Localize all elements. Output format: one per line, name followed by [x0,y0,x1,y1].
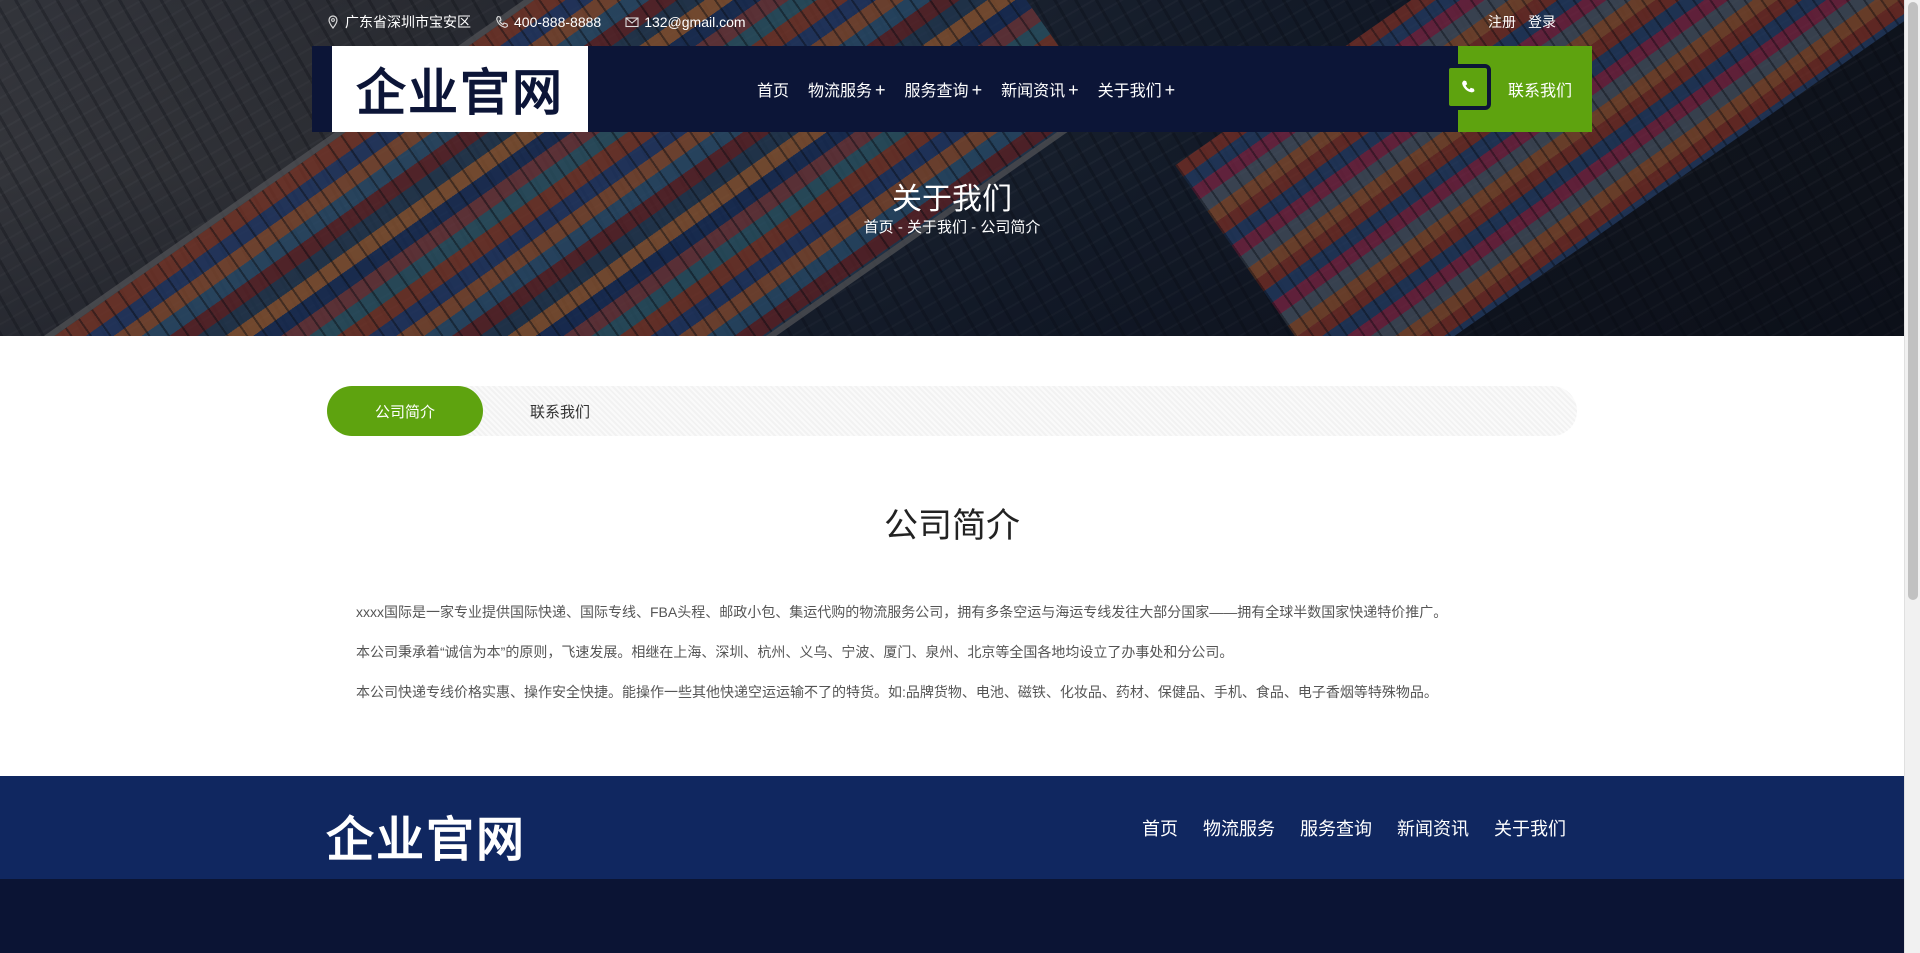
menu-label: 物流服务 [808,83,873,100]
menu-label: 新闻资讯 [1001,83,1066,100]
plus-icon: + [1164,80,1176,100]
menu-item-logistics[interactable]: 物流服务 + [808,77,886,101]
login-link[interactable]: 登录 [1528,12,1556,32]
footer-logo[interactable]: 企业官网 [326,800,526,870]
address-text: 广东省深圳市宝安区 [345,14,471,30]
footer-bottom [0,879,1904,953]
contact-us-button[interactable]: 联系我们 [1445,46,1592,132]
register-link[interactable]: 注册 [1488,12,1516,32]
tab-contact-us[interactable]: 联系我们 [530,386,590,436]
top-info-bar: 广东省深圳市宝安区 400-888-8888 132@gmail.com 注册 … [0,12,1904,34]
paragraph: xxxx国际是一家专业提供国际快递、国际专线、FBA头程、邮政小包、集运代购的物… [356,604,1448,620]
email-item: 132@gmail.com [625,14,746,30]
page-scrollbar[interactable] [1904,0,1920,953]
footer-link-home[interactable]: 首页 [1142,815,1178,841]
email-text: 132@gmail.com [644,14,746,30]
menu-item-query[interactable]: 服务查询 + [905,77,983,101]
paragraph: 本公司秉承着“诚信为本”的原则，飞速发展。相继在上海、深圳、杭州、义乌、宁波、厦… [356,644,1234,660]
logo-text: 企业官网 [356,64,564,122]
paragraph: 本公司快递专线价格实惠、操作安全快捷。能操作一些其他快递空运运输不了的特货。如:… [356,684,1438,700]
page-title: 关于我们 [892,183,1012,216]
menu-item-news[interactable]: 新闻资讯 + [1001,77,1079,101]
footer-link-about[interactable]: 关于我们 [1494,815,1566,841]
phone-item: 400-888-8888 [495,14,601,30]
main-menu: 首页 物流服务 + 服务查询 + 新闻资讯 + 关于我们 + [757,46,1175,132]
tab-company-profile[interactable]: 公司简介 [327,386,483,436]
address-item: 广东省深圳市宝安区 [326,12,471,32]
mail-icon [625,17,639,28]
plus-icon: + [875,80,886,100]
footer-link-news[interactable]: 新闻资讯 [1397,815,1469,841]
contact-info: 广东省深圳市宝安区 400-888-8888 132@gmail.com [326,12,746,32]
breadcrumb: 首页 - 关于我们 - 公司简介 [863,219,1041,236]
site-logo[interactable]: 企业官网 [332,46,588,132]
main-content: 公司简介 联系我们 公司简介 xxxx国际是一家专业提供国际快递、国际专线、FB… [0,336,1904,776]
phone-icon [496,15,509,28]
section-title: 公司简介 [884,507,1020,545]
menu-label: 首页 [757,83,790,100]
footer: 企业官网 首页 物流服务 服务查询 新闻资讯 关于我们 [0,776,1904,879]
sub-tabs: 公司简介 联系我们 [327,386,1577,436]
menu-item-home[interactable]: 首页 [757,77,789,101]
footer-link-logistics[interactable]: 物流服务 [1203,815,1275,841]
menu-label: 关于我们 [1097,83,1162,100]
plus-icon: + [1068,80,1079,100]
menu-label: 服务查询 [904,83,969,100]
menu-item-about[interactable]: 关于我们 + [1098,77,1176,101]
contact-us-label: 联系我们 [1508,83,1573,100]
hero-banner: 广东省深圳市宝安区 400-888-8888 132@gmail.com 注册 … [0,0,1904,336]
scrollbar-thumb[interactable] [1908,2,1918,600]
footer-link-query[interactable]: 服务查询 [1300,815,1372,841]
main-navbar: 企业官网 首页 物流服务 + 服务查询 + 新闻资讯 + 关于我们 + 联系我们 [312,46,1592,132]
phone-text: 400-888-8888 [514,14,602,30]
location-pin-icon [328,15,338,29]
auth-links: 注册 登录 [1488,12,1556,32]
phone-button-icon [1445,64,1491,110]
plus-icon: + [971,80,983,100]
footer-nav: 首页 物流服务 服务查询 新闻资讯 关于我们 [1142,776,1566,879]
phone-icon [1462,80,1475,93]
